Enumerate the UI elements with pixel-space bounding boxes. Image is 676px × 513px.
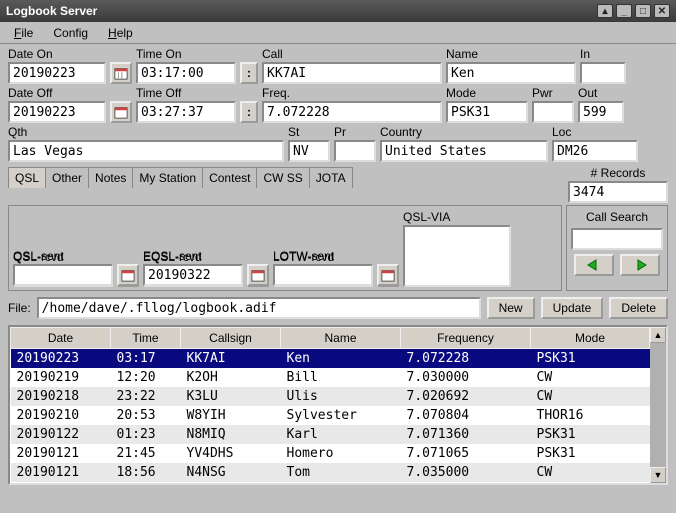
label-country: Country [380, 125, 548, 139]
tab-notes[interactable]: Notes [88, 167, 133, 188]
table-row[interactable]: 2019012121:45YV4DHSHomero7.071065PSK31 [11, 444, 650, 463]
loc-input[interactable] [552, 140, 638, 162]
qsl-sent-picker[interactable] [117, 264, 139, 286]
tab-cw-ss[interactable]: CW SS [256, 167, 309, 188]
freq-input[interactable] [262, 101, 442, 123]
time-on-input[interactable] [136, 62, 236, 84]
label-records: # Records [568, 166, 668, 180]
table-row[interactable]: 2019012201:23N8MIQKarl7.071360PSK31 [11, 425, 650, 444]
st-input[interactable] [288, 140, 330, 162]
detach-button[interactable]: ▴ [597, 4, 613, 18]
label-pr: Pr [334, 125, 376, 139]
table-row[interactable]: 2019021020:53W8YIHSylvester7.070804THOR1… [11, 406, 650, 425]
tab-qsl[interactable]: QSL [8, 167, 46, 188]
close-button[interactable]: ✕ [654, 4, 670, 18]
date-on-input[interactable] [8, 62, 106, 84]
scroll-track[interactable] [650, 343, 666, 467]
table-row[interactable]: 2019021823:22K3LUUlis7.020692CW [11, 387, 650, 406]
menu-help[interactable]: Help [98, 24, 143, 42]
records-input[interactable] [568, 181, 668, 203]
label-eqsl-sent: EQSL-sent [143, 249, 243, 263]
new-button[interactable]: New [487, 297, 535, 319]
qth-input[interactable] [8, 140, 284, 162]
lotw-sent-input[interactable] [273, 264, 373, 286]
label-call: Call [262, 47, 442, 61]
call-search-input[interactable] [571, 228, 663, 250]
label-lotw-sent: LOTW-sent [273, 249, 373, 263]
time-off-input[interactable] [136, 101, 236, 123]
lotw-sent-picker[interactable] [377, 264, 399, 286]
table-row[interactable]: 2019012020:28KG4QLarry7.071000DOMINO [11, 482, 650, 483]
date-off-input[interactable] [8, 101, 106, 123]
menu-config[interactable]: Config [43, 24, 98, 42]
content: Date On Time On : Call Name In Date Off … [0, 44, 676, 513]
search-prev-button[interactable] [574, 254, 614, 276]
label-file: File: [8, 301, 31, 315]
scroll-up-button[interactable]: ▲ [650, 327, 666, 343]
out-input[interactable] [578, 101, 624, 123]
tab-contest[interactable]: Contest [202, 167, 257, 188]
country-input[interactable] [380, 140, 548, 162]
date-on-picker[interactable] [110, 62, 132, 84]
label-qth: Qth [8, 125, 284, 139]
call-input[interactable] [262, 62, 442, 84]
label-qsl-sent: QSL-sent [13, 249, 113, 263]
label-date-off: Date Off [8, 86, 106, 100]
call-search-panel: Call Search [566, 205, 668, 291]
mode-input[interactable] [446, 101, 528, 123]
col-time[interactable]: Time [111, 328, 181, 349]
search-next-button[interactable] [620, 254, 660, 276]
log-table[interactable]: DateTimeCallsignNameFrequencyMode 201902… [10, 327, 650, 483]
titlebar: Logbook Server ▴ _ □ ✕ [0, 0, 676, 22]
eqsl-sent-input[interactable] [143, 264, 243, 286]
label-time-off: Time Off [136, 86, 236, 100]
label-pwr: Pwr [532, 86, 574, 100]
tab-jota[interactable]: JOTA [309, 167, 353, 188]
label-st: St [288, 125, 330, 139]
pr-input[interactable] [334, 140, 376, 162]
label-mode: Mode [446, 86, 528, 100]
minimize-button[interactable]: _ [616, 4, 632, 18]
table-scrollbar[interactable]: ▲ ▼ [650, 327, 666, 483]
col-date[interactable]: Date [11, 328, 111, 349]
tab-my-station[interactable]: My Station [132, 167, 203, 188]
tab-bar: QSLOtherNotesMy StationContestCW SSJOTA [8, 167, 352, 188]
update-button[interactable]: Update [541, 297, 604, 319]
label-qsl-via: QSL-VIA [403, 210, 511, 224]
label-name: Name [446, 47, 576, 61]
delete-button[interactable]: Delete [609, 297, 668, 319]
scroll-down-button[interactable]: ▼ [650, 467, 666, 483]
time-on-colon-button[interactable]: : [240, 62, 258, 84]
date-off-picker[interactable] [110, 101, 132, 123]
app-window: Logbook Server ▴ _ □ ✕ File Config Help … [0, 0, 676, 513]
label-time-on: Time On [136, 47, 236, 61]
name-input[interactable] [446, 62, 576, 84]
col-callsign[interactable]: Callsign [181, 328, 281, 349]
label-in: In [580, 47, 626, 61]
maximize-button[interactable]: □ [635, 4, 651, 18]
label-out: Out [578, 86, 624, 100]
label-freq: Freq. [262, 86, 442, 100]
pwr-input[interactable] [532, 101, 574, 123]
col-frequency[interactable]: Frequency [401, 328, 531, 349]
file-path-input[interactable] [37, 297, 481, 319]
col-name[interactable]: Name [281, 328, 401, 349]
qsl-sent-input[interactable] [13, 264, 113, 286]
log-table-wrap: DateTimeCallsignNameFrequencyMode 201902… [8, 325, 668, 485]
time-off-colon-button[interactable]: : [240, 101, 258, 123]
table-row[interactable]: 2019012118:56N4NSGTom7.035000CW [11, 463, 650, 482]
label-loc: Loc [552, 125, 638, 139]
tab-other[interactable]: Other [45, 167, 89, 188]
label-call-search: Call Search [586, 210, 648, 224]
in-input[interactable] [580, 62, 626, 84]
eqsl-sent-picker[interactable] [247, 264, 269, 286]
menu-file[interactable]: File [4, 24, 43, 42]
table-row[interactable]: 2019022303:17KK7AIKen7.072228PSK31 [11, 349, 650, 369]
col-mode[interactable]: Mode [531, 328, 650, 349]
menubar: File Config Help [0, 22, 676, 44]
window-title: Logbook Server [6, 4, 97, 18]
label-date-on: Date On [8, 47, 106, 61]
table-row[interactable]: 2019021912:20K2OHBill7.030000CW [11, 368, 650, 387]
qsl-panel: QSL-rcvd EQSL-rcvd LOTW-rcvd QSL-VIA QSL… [8, 205, 562, 291]
